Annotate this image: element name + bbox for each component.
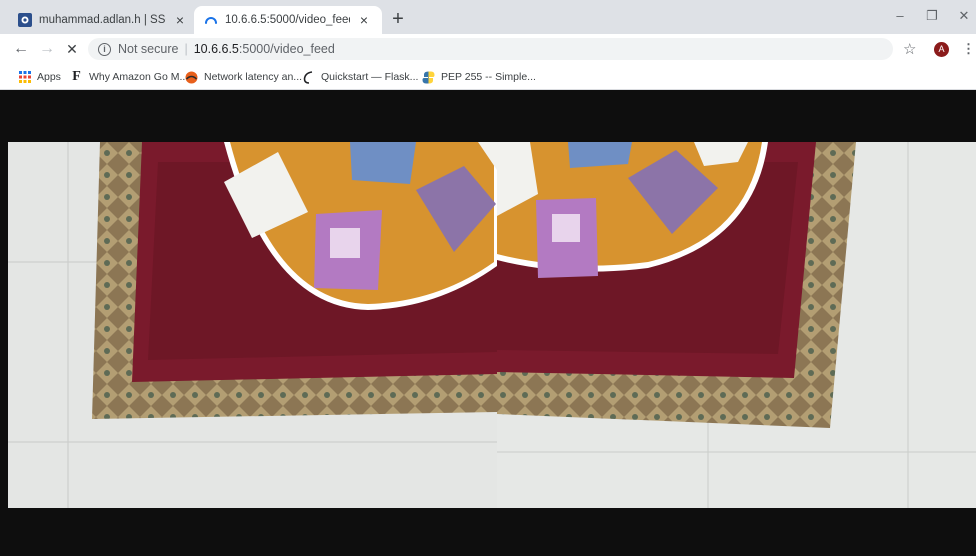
tab-title: muhammad.adlan.h | SSO Status [39, 14, 166, 26]
video-feed-image [8, 142, 976, 508]
bookmark-label: Apps [37, 71, 61, 83]
info-icon[interactable]: i [98, 42, 111, 56]
tab-close-icon[interactable]: × [356, 12, 372, 28]
tab-close-icon[interactable]: × [172, 12, 188, 28]
forward-button[interactable]: → [37, 39, 57, 59]
menu-icon[interactable]: ⋮ [962, 41, 975, 57]
url-host: 10.6.6.5 [193, 42, 239, 56]
tab-sso-status[interactable]: muhammad.adlan.h | SSO Status × [8, 6, 198, 34]
network-orb-icon [185, 71, 198, 84]
tab-title: 10.6.6.5:5000/video_feed [225, 14, 350, 26]
profile-avatar[interactable]: A [934, 42, 949, 57]
address-bar[interactable]: i Not secure | 10.6.6.5:5000/video_feed [88, 38, 893, 60]
python-logo-icon [422, 71, 435, 84]
page-viewport [8, 90, 976, 556]
tab-video-feed[interactable]: 10.6.6.5:5000/video_feed × [194, 6, 382, 34]
stop-loading-button[interactable]: ✕ [62, 39, 82, 59]
restore-button[interactable]: ❐ [920, 8, 944, 26]
back-button[interactable]: ← [11, 39, 31, 59]
f-logo-icon: F [72, 69, 81, 84]
bookmark-label: PEP 255 -- Simple... [441, 71, 536, 83]
tab-strip: muhammad.adlan.h | SSO Status × 10.6.6.5… [0, 0, 976, 34]
url-path: :5000/video_feed [238, 42, 335, 56]
bookmark-label: Quickstart — Flask... [321, 71, 419, 83]
close-window-button[interactable]: ✕ [952, 8, 976, 26]
sso-favicon-icon [18, 13, 32, 27]
minimize-button[interactable]: – [888, 8, 912, 26]
bookmarks-bar: Apps F Why Amazon Go M... Network latenc… [0, 64, 976, 90]
flask-horn-icon [302, 70, 315, 84]
bookmark-pep-255[interactable]: PEP 255 -- Simple... [422, 69, 536, 85]
browser-toolbar: ← → ✕ i Not secure | 10.6.6.5:5000/video… [0, 34, 976, 64]
apps-grid-icon [18, 71, 31, 84]
bookmark-star-icon[interactable]: ☆ [903, 40, 916, 58]
url-separator: | [184, 42, 188, 56]
new-tab-button[interactable]: + [388, 9, 408, 30]
bookmark-network-latency[interactable]: Network latency an... [185, 69, 302, 85]
bookmark-flask-quickstart[interactable]: Quickstart — Flask... [302, 69, 418, 85]
bookmark-label: Network latency an... [204, 71, 303, 83]
bookmark-amazon-go[interactable]: F Why Amazon Go M... [70, 69, 188, 85]
bookmark-apps[interactable]: Apps [18, 69, 61, 85]
security-label[interactable]: Not secure [118, 42, 178, 56]
loading-spinner-icon [204, 13, 218, 27]
bookmark-label: Why Amazon Go M... [89, 71, 189, 83]
